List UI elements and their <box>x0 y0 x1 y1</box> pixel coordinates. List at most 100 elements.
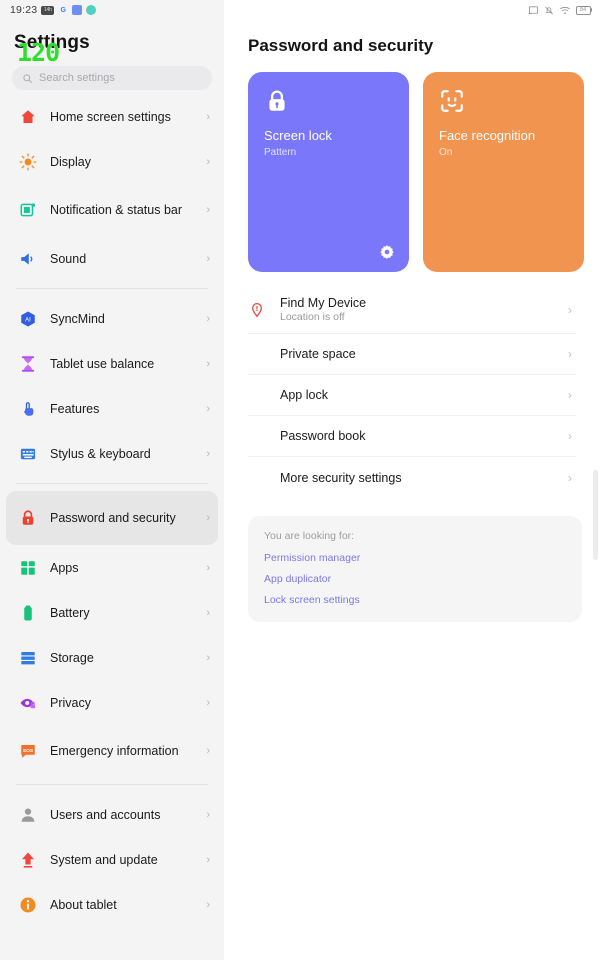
chevron-right-icon: › <box>568 388 572 402</box>
list-item-subtitle: Location is off <box>280 311 345 323</box>
security-cards: Screen lock Pattern Face recognition On <box>224 56 600 272</box>
svg-text:SOS: SOS <box>23 748 34 754</box>
sidebar-item-label: Notification & status bar <box>50 203 183 217</box>
arrow-up-icon <box>18 850 38 870</box>
person-icon <box>18 805 38 825</box>
link-permission-manager[interactable]: Permission manager <box>264 552 566 564</box>
face-recognition-card[interactable]: Face recognition On <box>423 72 584 272</box>
sidebar-item-password-and-security[interactable]: Password and security › <box>6 491 218 545</box>
chevron-right-icon: › <box>206 512 210 524</box>
sidebar-item-storage[interactable]: Storage › <box>6 635 218 680</box>
list-item-title: Private space <box>280 347 356 361</box>
svg-text:AI: AI <box>25 317 31 323</box>
list-item-title: Find My Device <box>280 296 367 310</box>
list-item-title: More security settings <box>280 470 402 485</box>
padlock-icon <box>264 88 290 114</box>
gear-icon[interactable] <box>379 244 395 260</box>
chevron-right-icon: › <box>206 447 210 460</box>
sidebar-item-tablet-use-balance[interactable]: Tablet use balance › <box>6 341 218 386</box>
vertical-scrollbar[interactable] <box>593 470 598 560</box>
sidebar-item-label: Battery <box>50 605 90 620</box>
storage-icon <box>18 648 38 668</box>
list-item-find-my-device[interactable]: Find My Device Location is off › <box>248 286 576 334</box>
chevron-right-icon: › <box>568 470 572 485</box>
sidebar-item-stylus-keyboard[interactable]: Stylus & keyboard › <box>6 431 218 476</box>
sidebar-divider <box>16 784 208 785</box>
sidebar-item-label: About tablet <box>50 897 117 912</box>
list-item-more-security-settings[interactable]: More security settings › <box>248 457 576 498</box>
search-placeholder: Search settings <box>39 72 115 84</box>
sidebar-item-privacy[interactable]: Privacy › <box>6 680 218 725</box>
looking-for-label: You are looking for: <box>264 530 355 542</box>
sun-icon <box>18 152 38 172</box>
sidebar-item-label: Emergency information <box>50 744 179 758</box>
list-item-private-space[interactable]: Private space › <box>248 334 576 375</box>
sidebar-item-notification-status-bar[interactable]: Notification & status bar › <box>6 184 218 236</box>
sidebar-item-label: Display <box>50 154 91 169</box>
keyboard-icon <box>18 444 38 464</box>
link-lock-screen-settings[interactable]: Lock screen settings <box>264 594 566 606</box>
chevron-right-icon: › <box>206 204 210 216</box>
sidebar-item-label: System and update <box>50 852 158 867</box>
face-id-icon <box>439 88 465 114</box>
sidebar-item-label: Privacy <box>50 695 91 710</box>
chevron-right-icon: › <box>206 155 210 168</box>
chevron-right-icon: › <box>568 302 572 317</box>
sidebar-item-sound[interactable]: Sound › <box>6 236 218 281</box>
sidebar-item-battery[interactable]: Battery › <box>6 590 218 635</box>
ai-hexagon-icon: AI <box>18 309 38 329</box>
list-item-body: Private space <box>280 347 568 361</box>
chevron-right-icon: › <box>206 402 210 415</box>
hourglass-icon <box>18 354 38 374</box>
sidebar-divider <box>16 288 208 289</box>
battery-icon <box>18 603 38 623</box>
list-item-password-book[interactable]: Password book › <box>248 416 576 457</box>
list-item-app-lock[interactable]: App lock › <box>248 375 576 416</box>
sidebar-item-syncmind[interactable]: AI SyncMind › <box>6 296 218 341</box>
sidebar-item-apps[interactable]: Apps › <box>6 545 218 590</box>
chevron-right-icon: › <box>206 312 210 325</box>
main-panel: Password and security Screen lock Patter… <box>224 0 600 960</box>
search-input[interactable]: Search settings <box>12 66 212 90</box>
sidebar-item-label: Users and accounts <box>50 807 161 822</box>
fps-counter-overlay: 120 <box>17 38 60 67</box>
chevron-right-icon: › <box>206 853 210 866</box>
sidebar-item-label: Apps <box>50 560 79 575</box>
sidebar-item-label: Stylus & keyboard <box>50 446 151 461</box>
sos-icon: SOS <box>18 741 38 761</box>
link-app-duplicator[interactable]: App duplicator <box>264 573 566 585</box>
sidebar-nav: Home screen settings › Display › Notific… <box>0 94 224 937</box>
search-icon <box>23 73 32 83</box>
sidebar-item-features[interactable]: Features › <box>6 386 218 431</box>
chevron-right-icon: › <box>206 252 210 265</box>
sidebar-item-home-screen-settings[interactable]: Home screen settings › <box>6 94 218 139</box>
chevron-right-icon: › <box>206 561 210 574</box>
sidebar-item-users-and-accounts[interactable]: Users and accounts › <box>6 792 218 837</box>
sidebar-item-label: SyncMind <box>50 311 105 326</box>
sidebar-item-label: Home screen settings <box>50 109 171 124</box>
home-icon <box>18 107 38 127</box>
chevron-right-icon: › <box>206 651 210 664</box>
chevron-right-icon: › <box>206 110 210 123</box>
notification-icon <box>18 200 38 220</box>
chevron-right-icon: › <box>568 347 572 361</box>
list-item-body: App lock <box>280 388 568 402</box>
chevron-right-icon: › <box>568 429 572 443</box>
chevron-right-icon: › <box>206 357 210 370</box>
sidebar-item-label: Features <box>50 401 100 416</box>
screen-lock-card[interactable]: Screen lock Pattern <box>248 72 409 272</box>
card-subtitle: Pattern <box>264 146 297 158</box>
sidebar-item-about-tablet[interactable]: About tablet › <box>6 882 218 927</box>
sidebar-item-display[interactable]: Display › <box>6 139 218 184</box>
info-icon <box>18 895 38 915</box>
you-are-looking-for-box: You are looking for: Permission manager … <box>248 516 582 622</box>
sidebar-divider <box>16 483 208 484</box>
list-item-body: Password book <box>280 429 568 443</box>
sidebar-item-emergency-information[interactable]: SOS Emergency information › <box>6 725 218 777</box>
card-subtitle: On <box>439 146 453 158</box>
sidebar[interactable]: Settings 120 Search settings Home screen… <box>0 0 224 960</box>
sidebar-item-system-and-update[interactable]: System and update › <box>6 837 218 882</box>
sidebar-item-label: Tablet use balance <box>50 356 155 371</box>
chevron-right-icon: › <box>206 696 210 709</box>
sidebar-item-label: Password and security <box>50 511 176 525</box>
